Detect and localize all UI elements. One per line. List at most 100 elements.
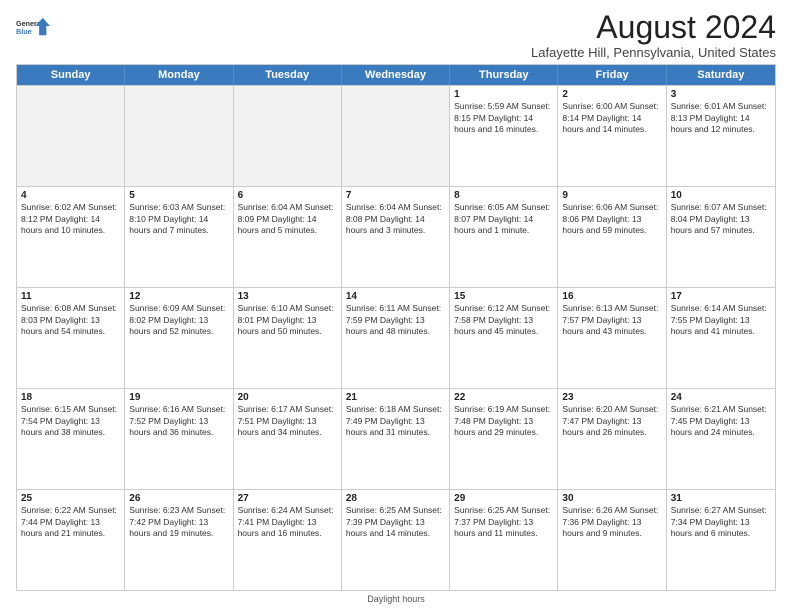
cal-cell: 31Sunrise: 6:27 AM Sunset: 7:34 PM Dayli…: [667, 490, 775, 590]
day-number: 15: [454, 291, 553, 302]
cal-header-day: Friday: [558, 65, 666, 85]
cal-cell: [125, 86, 233, 186]
cell-info: Sunrise: 6:27 AM Sunset: 7:34 PM Dayligh…: [671, 505, 771, 539]
cal-cell: 8Sunrise: 6:05 AM Sunset: 8:07 PM Daylig…: [450, 187, 558, 287]
header: GeneralBlue August 2024 Lafayette Hill, …: [16, 10, 776, 60]
day-number: 10: [671, 190, 771, 201]
cal-header-day: Thursday: [450, 65, 558, 85]
cal-cell: [342, 86, 450, 186]
cal-cell: 20Sunrise: 6:17 AM Sunset: 7:51 PM Dayli…: [234, 389, 342, 489]
cell-info: Sunrise: 6:04 AM Sunset: 8:09 PM Dayligh…: [238, 202, 337, 236]
cell-info: Sunrise: 6:18 AM Sunset: 7:49 PM Dayligh…: [346, 404, 445, 438]
cal-cell: 24Sunrise: 6:21 AM Sunset: 7:45 PM Dayli…: [667, 389, 775, 489]
cal-week-row: 18Sunrise: 6:15 AM Sunset: 7:54 PM Dayli…: [17, 388, 775, 489]
location: Lafayette Hill, Pennsylvania, United Sta…: [531, 45, 776, 60]
day-number: 12: [129, 291, 228, 302]
cell-info: Sunrise: 6:01 AM Sunset: 8:13 PM Dayligh…: [671, 101, 771, 135]
cell-info: Sunrise: 6:13 AM Sunset: 7:57 PM Dayligh…: [562, 303, 661, 337]
cal-header-day: Saturday: [667, 65, 775, 85]
cell-info: Sunrise: 6:23 AM Sunset: 7:42 PM Dayligh…: [129, 505, 228, 539]
cell-info: Sunrise: 6:03 AM Sunset: 8:10 PM Dayligh…: [129, 202, 228, 236]
cell-info: Sunrise: 6:24 AM Sunset: 7:41 PM Dayligh…: [238, 505, 337, 539]
cell-info: Sunrise: 6:22 AM Sunset: 7:44 PM Dayligh…: [21, 505, 120, 539]
day-number: 31: [671, 493, 771, 504]
cell-info: Sunrise: 6:10 AM Sunset: 8:01 PM Dayligh…: [238, 303, 337, 337]
cal-cell: 3Sunrise: 6:01 AM Sunset: 8:13 PM Daylig…: [667, 86, 775, 186]
day-number: 6: [238, 190, 337, 201]
cal-cell: 17Sunrise: 6:14 AM Sunset: 7:55 PM Dayli…: [667, 288, 775, 388]
cell-info: Sunrise: 6:17 AM Sunset: 7:51 PM Dayligh…: [238, 404, 337, 438]
day-number: 14: [346, 291, 445, 302]
cell-info: Sunrise: 6:14 AM Sunset: 7:55 PM Dayligh…: [671, 303, 771, 337]
day-number: 20: [238, 392, 337, 403]
day-number: 5: [129, 190, 228, 201]
day-number: 23: [562, 392, 661, 403]
day-number: 2: [562, 89, 661, 100]
cal-cell: 21Sunrise: 6:18 AM Sunset: 7:49 PM Dayli…: [342, 389, 450, 489]
cal-cell: 19Sunrise: 6:16 AM Sunset: 7:52 PM Dayli…: [125, 389, 233, 489]
cal-week-row: 25Sunrise: 6:22 AM Sunset: 7:44 PM Dayli…: [17, 489, 775, 590]
calendar-header: SundayMondayTuesdayWednesdayThursdayFrid…: [17, 65, 775, 85]
day-number: 21: [346, 392, 445, 403]
day-number: 27: [238, 493, 337, 504]
cal-cell: [17, 86, 125, 186]
day-number: 19: [129, 392, 228, 403]
day-number: 16: [562, 291, 661, 302]
day-number: 17: [671, 291, 771, 302]
cell-info: Sunrise: 6:15 AM Sunset: 7:54 PM Dayligh…: [21, 404, 120, 438]
cal-week-row: 4Sunrise: 6:02 AM Sunset: 8:12 PM Daylig…: [17, 186, 775, 287]
cal-cell: 28Sunrise: 6:25 AM Sunset: 7:39 PM Dayli…: [342, 490, 450, 590]
cal-cell: 11Sunrise: 6:08 AM Sunset: 8:03 PM Dayli…: [17, 288, 125, 388]
cal-cell: 18Sunrise: 6:15 AM Sunset: 7:54 PM Dayli…: [17, 389, 125, 489]
cell-info: Sunrise: 6:05 AM Sunset: 8:07 PM Dayligh…: [454, 202, 553, 236]
cal-header-day: Wednesday: [342, 65, 450, 85]
cal-cell: 2Sunrise: 6:00 AM Sunset: 8:14 PM Daylig…: [558, 86, 666, 186]
cal-cell: 23Sunrise: 6:20 AM Sunset: 7:47 PM Dayli…: [558, 389, 666, 489]
cell-info: Sunrise: 6:09 AM Sunset: 8:02 PM Dayligh…: [129, 303, 228, 337]
cal-cell: 27Sunrise: 6:24 AM Sunset: 7:41 PM Dayli…: [234, 490, 342, 590]
cal-cell: 9Sunrise: 6:06 AM Sunset: 8:06 PM Daylig…: [558, 187, 666, 287]
cell-info: Sunrise: 6:20 AM Sunset: 7:47 PM Dayligh…: [562, 404, 661, 438]
day-number: 9: [562, 190, 661, 201]
cell-info: Sunrise: 6:08 AM Sunset: 8:03 PM Dayligh…: [21, 303, 120, 337]
cal-cell: 25Sunrise: 6:22 AM Sunset: 7:44 PM Dayli…: [17, 490, 125, 590]
cell-info: Sunrise: 6:07 AM Sunset: 8:04 PM Dayligh…: [671, 202, 771, 236]
cal-cell: 29Sunrise: 6:25 AM Sunset: 7:37 PM Dayli…: [450, 490, 558, 590]
day-number: 29: [454, 493, 553, 504]
cell-info: Sunrise: 6:02 AM Sunset: 8:12 PM Dayligh…: [21, 202, 120, 236]
day-number: 7: [346, 190, 445, 201]
cell-info: Sunrise: 6:16 AM Sunset: 7:52 PM Dayligh…: [129, 404, 228, 438]
title-block: August 2024 Lafayette Hill, Pennsylvania…: [531, 10, 776, 60]
cal-cell: 15Sunrise: 6:12 AM Sunset: 7:58 PM Dayli…: [450, 288, 558, 388]
page: GeneralBlue August 2024 Lafayette Hill, …: [0, 0, 792, 612]
day-number: 22: [454, 392, 553, 403]
cell-info: Sunrise: 6:25 AM Sunset: 7:39 PM Dayligh…: [346, 505, 445, 539]
cal-header-day: Sunday: [17, 65, 125, 85]
day-number: 18: [21, 392, 120, 403]
day-number: 4: [21, 190, 120, 201]
cal-cell: 6Sunrise: 6:04 AM Sunset: 8:09 PM Daylig…: [234, 187, 342, 287]
cell-info: Sunrise: 6:11 AM Sunset: 7:59 PM Dayligh…: [346, 303, 445, 337]
cal-cell: 14Sunrise: 6:11 AM Sunset: 7:59 PM Dayli…: [342, 288, 450, 388]
cell-info: Sunrise: 6:06 AM Sunset: 8:06 PM Dayligh…: [562, 202, 661, 236]
day-number: 11: [21, 291, 120, 302]
day-number: 1: [454, 89, 553, 100]
cal-cell: 13Sunrise: 6:10 AM Sunset: 8:01 PM Dayli…: [234, 288, 342, 388]
cal-cell: 7Sunrise: 6:04 AM Sunset: 8:08 PM Daylig…: [342, 187, 450, 287]
cal-header-day: Tuesday: [234, 65, 342, 85]
cell-info: Sunrise: 6:00 AM Sunset: 8:14 PM Dayligh…: [562, 101, 661, 135]
cal-week-row: 1Sunrise: 5:59 AM Sunset: 8:15 PM Daylig…: [17, 85, 775, 186]
cell-info: Sunrise: 6:12 AM Sunset: 7:58 PM Dayligh…: [454, 303, 553, 337]
day-number: 25: [21, 493, 120, 504]
day-number: 28: [346, 493, 445, 504]
svg-text:Blue: Blue: [16, 27, 32, 36]
cell-info: Sunrise: 5:59 AM Sunset: 8:15 PM Dayligh…: [454, 101, 553, 135]
cal-cell: 10Sunrise: 6:07 AM Sunset: 8:04 PM Dayli…: [667, 187, 775, 287]
cal-cell: 5Sunrise: 6:03 AM Sunset: 8:10 PM Daylig…: [125, 187, 233, 287]
cal-cell: 22Sunrise: 6:19 AM Sunset: 7:48 PM Dayli…: [450, 389, 558, 489]
cal-cell: 12Sunrise: 6:09 AM Sunset: 8:02 PM Dayli…: [125, 288, 233, 388]
calendar-body: 1Sunrise: 5:59 AM Sunset: 8:15 PM Daylig…: [17, 85, 775, 590]
cal-header-day: Monday: [125, 65, 233, 85]
cell-info: Sunrise: 6:26 AM Sunset: 7:36 PM Dayligh…: [562, 505, 661, 539]
cal-cell: 26Sunrise: 6:23 AM Sunset: 7:42 PM Dayli…: [125, 490, 233, 590]
